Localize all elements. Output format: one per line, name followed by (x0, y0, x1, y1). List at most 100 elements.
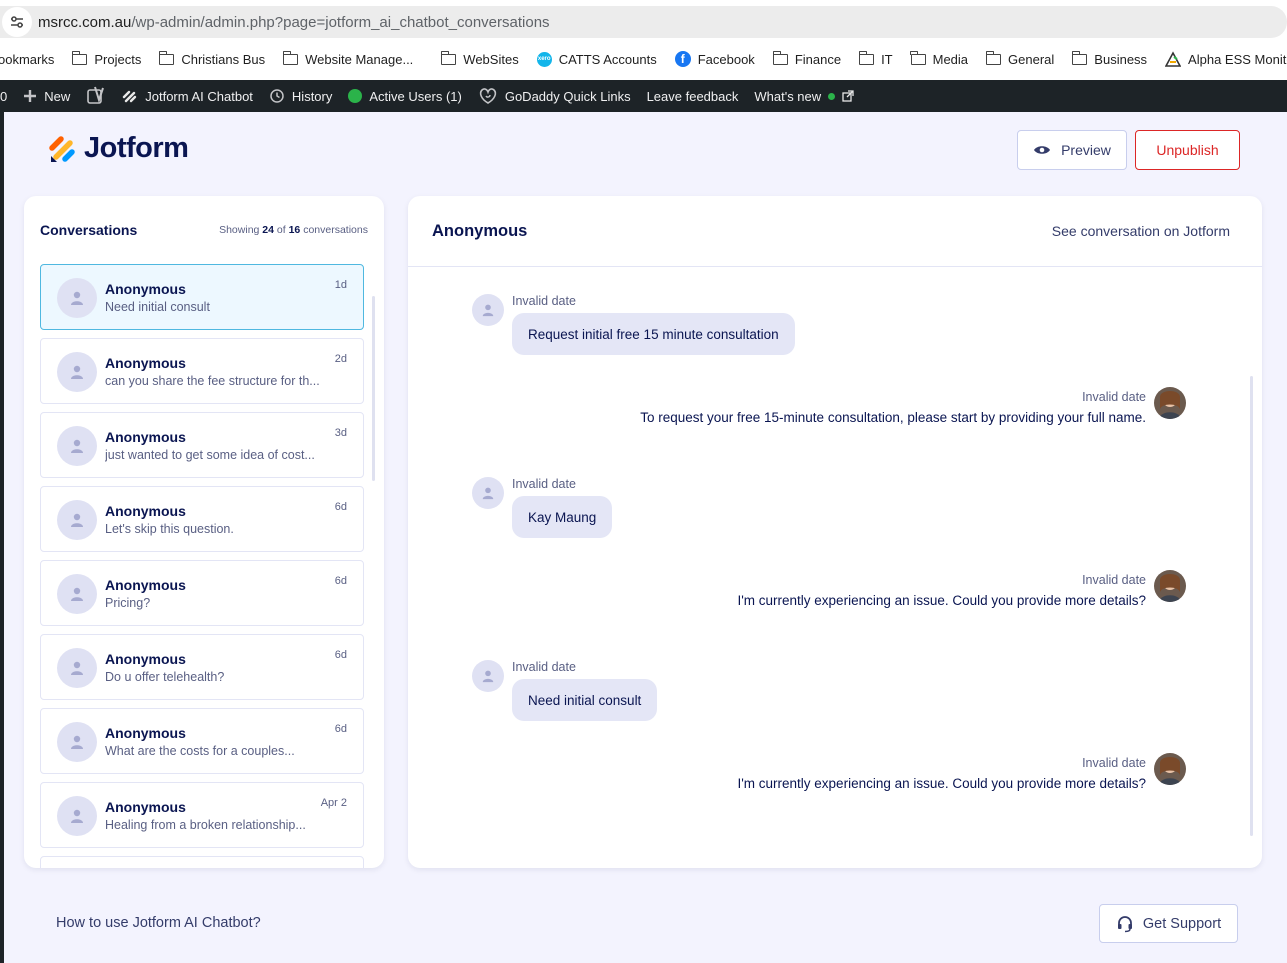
user-icon (71, 587, 83, 601)
conversation-name: Anonymous (105, 429, 186, 445)
message-text: To request your free 15-minute consultat… (640, 410, 1146, 425)
bookmark-finance[interactable]: Finance (764, 44, 850, 74)
history-label: History (291, 88, 333, 104)
bookmark-general[interactable]: General (977, 44, 1063, 74)
conversation-preview: Do u offer telehealth? (105, 670, 225, 684)
avatar (57, 500, 97, 540)
bookmark-website-manage[interactable]: Website Manage... (274, 44, 422, 74)
conversation-time: 2d (334, 353, 347, 365)
conversation-preview: Let's skip this question. (105, 522, 234, 536)
bookmark-facebook[interactable]: f Facebook (666, 44, 764, 74)
folder-icon (910, 50, 926, 65)
user-icon (482, 304, 494, 317)
bot-message: Invalid date To request your free 15-min… (626, 387, 1186, 430)
folder-icon (858, 50, 875, 65)
conversation-name: Anonymous (105, 725, 186, 741)
feedback-label: Leave feedback (646, 88, 739, 104)
agent-avatar-icon (1154, 753, 1186, 785)
conversation-name: Anonymous (105, 651, 186, 667)
bookmarks-bar: ookmarks Projects Christians Bus Website… (0, 44, 1287, 74)
url-path: /wp-admin/admin.php?page=jotform_ai_chat… (131, 13, 550, 31)
message-bubble: Kay Maung (512, 496, 613, 538)
url-text[interactable]: msrcc.com.au/wp-admin/admin.php?page=jot… (38, 14, 550, 31)
whats-new-label: What's new (754, 88, 822, 104)
count-of: of (276, 224, 286, 236)
admin-bar-active-users[interactable]: Active Users (1) (340, 80, 469, 112)
chat-scrollbar[interactable] (1250, 376, 1253, 836)
admin-bar-jotform-chatbot[interactable]: Jotform AI Chatbot (114, 80, 261, 112)
conversation-item[interactable]: Anonymous Healing from a broken relation… (40, 782, 364, 848)
bookmark-it[interactable]: IT (850, 44, 902, 74)
bookmark-label: Finance (794, 51, 842, 67)
conversation-item[interactable]: Anonymous Pricing? 6d (40, 560, 364, 626)
admin-bar-yoast[interactable] (78, 80, 114, 112)
bookmark-label: General (1008, 51, 1055, 67)
chatbot-label: Jotform AI Chatbot (145, 88, 253, 104)
conversation-name: Anonymous (105, 503, 186, 519)
conversation-item[interactable]: Anonymous Do u offer telehealth? 6d (40, 634, 364, 700)
conversations-panel: Conversations Showing 24 of 16 conversat… (24, 196, 384, 868)
support-label: Get Support (1142, 915, 1222, 932)
url-host: msrcc.com.au (38, 13, 132, 31)
admin-bar-whats-new[interactable]: What's new (746, 80, 862, 112)
admin-bar-leave-feedback[interactable]: Leave feedback (639, 80, 747, 112)
godaddy-icon (479, 88, 496, 104)
message-text: I'm currently experiencing an issue. Cou… (737, 776, 1146, 791)
headset-icon (1117, 915, 1132, 932)
help-link[interactable]: How to use Jotform AI Chatbot? (56, 915, 261, 931)
avatar (57, 648, 97, 688)
bookmark-christians-bus[interactable]: Christians Bus (150, 44, 274, 74)
message-date: Invalid date (512, 660, 576, 674)
message-date: Invalid date (512, 477, 576, 491)
message-date: Invalid date (1082, 390, 1146, 404)
preview-button[interactable]: Preview (1017, 130, 1127, 170)
message-date: Invalid date (1082, 756, 1146, 770)
conversation-time: 6d (334, 575, 347, 587)
bookmark-business[interactable]: Business (1063, 44, 1156, 74)
bookmark-all-bookmarks[interactable]: ookmarks (0, 44, 63, 74)
bookmark-label: Alpha ESS Monitor... (1188, 51, 1287, 67)
folder-icon (72, 50, 88, 65)
admin-bar-new[interactable]: New (15, 80, 78, 112)
bot-avatar (1154, 570, 1186, 602)
conversation-time: 6d (334, 723, 347, 735)
conversation-item[interactable]: Anonymous just wanted to get some idea o… (40, 412, 364, 478)
message-date: Invalid date (1082, 573, 1146, 587)
conversation-time: 6d (334, 501, 347, 513)
xero-icon: xero (536, 51, 552, 67)
avatar (57, 426, 97, 466)
conversation-item[interactable]: Anonymous Let's skip this question. 6d (40, 486, 364, 552)
folder-icon (282, 50, 299, 65)
user-icon (482, 487, 494, 500)
get-support-button[interactable]: Get Support (1099, 904, 1238, 943)
bookmark-alpha-ess[interactable]: Alpha ESS Monitor... (1156, 44, 1287, 74)
site-settings-icon[interactable] (2, 7, 32, 37)
alpha-ess-icon (1164, 51, 1182, 67)
conversation-name: Anonymous (105, 577, 186, 593)
bookmark-projects[interactable]: Projects (63, 44, 150, 74)
bookmark-label: WebSites (463, 51, 519, 67)
conversation-item[interactable]: Anonymous can you share the fee structur… (40, 338, 364, 404)
unpublish-button[interactable]: Unpublish (1135, 130, 1240, 170)
admin-bar-history[interactable]: History (261, 80, 340, 112)
admin-bar-count[interactable]: 0 (0, 80, 15, 112)
bookmark-catts-accounts[interactable]: xero CATTS Accounts (528, 44, 666, 74)
conversation-preview: just wanted to get some idea of cost... (105, 448, 315, 462)
bot-message: Invalid date I'm currently experiencing … (626, 753, 1186, 796)
conversation-item-partial[interactable] (40, 856, 364, 868)
admin-bar-godaddy[interactable]: GoDaddy Quick Links (470, 80, 639, 112)
jotform-logo-icon (49, 135, 75, 162)
see-conversation-link[interactable]: See conversation on Jotform (1052, 223, 1230, 239)
bookmark-media[interactable]: Media (902, 44, 977, 74)
agent-avatar-icon (1154, 570, 1186, 602)
conversation-item[interactable]: Anonymous Need initial consult 1d (40, 264, 364, 330)
bookmark-websites[interactable]: WebSites (432, 44, 527, 74)
message-bubble: Need initial consult (512, 679, 658, 721)
address-field[interactable]: msrcc.com.au/wp-admin/admin.php?page=jot… (0, 6, 1287, 38)
conversations-count: Showing 24 of 16 conversations (219, 224, 368, 236)
user-icon (71, 291, 83, 305)
bookmark-label: ookmarks (0, 51, 55, 67)
conversation-item[interactable]: Anonymous What are the costs for a coupl… (40, 708, 364, 774)
bot-avatar (1154, 387, 1186, 419)
conversation-list-scrollbar[interactable] (372, 296, 375, 481)
